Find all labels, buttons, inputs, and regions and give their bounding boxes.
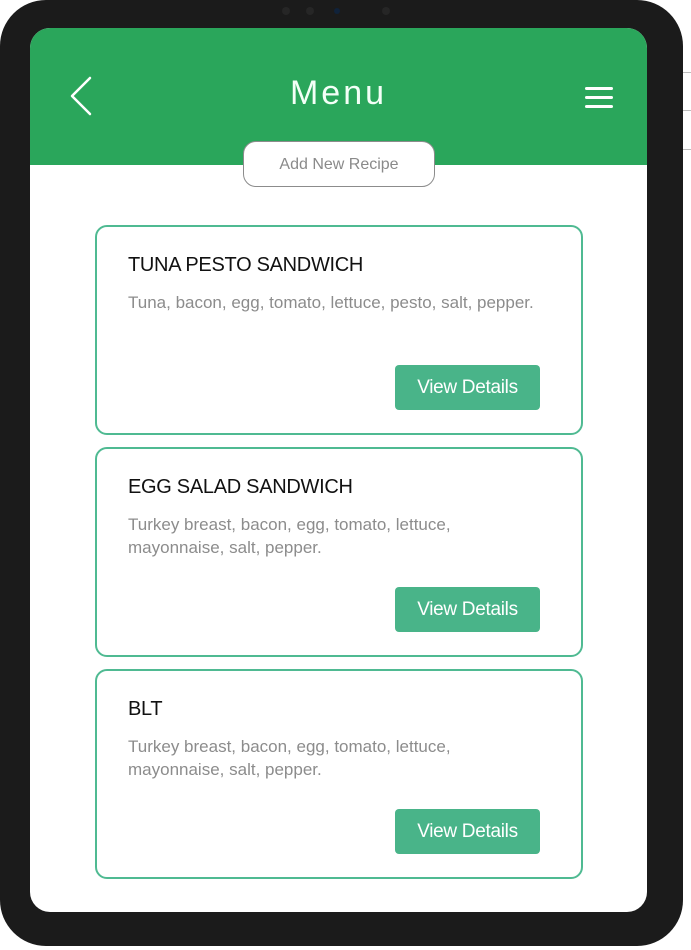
recipe-ingredients: Tuna, bacon, egg, tomato, lettuce, pesto…: [128, 293, 534, 312]
page-title: Menu: [289, 74, 388, 112]
view-details-button[interactable]: View Details: [395, 587, 540, 632]
sensor-dot: [306, 7, 314, 15]
view-details-button[interactable]: View Details: [395, 365, 540, 410]
add-new-recipe-button[interactable]: Add New Recipe: [243, 141, 435, 187]
recipe-ingredients: Turkey breast, bacon, egg, tomato, lettu…: [128, 515, 451, 557]
recipe-card: TUNA PESTO SANDWICH Tuna, bacon, egg, to…: [95, 225, 583, 435]
hamburger-menu-icon[interactable]: [583, 85, 615, 111]
recipe-title: EGG SALAD SANDWICH: [128, 476, 353, 498]
recipe-card: EGG SALAD SANDWICH Turkey breast, bacon,…: [95, 447, 583, 657]
recipe-title: TUNA PESTO SANDWICH: [128, 254, 364, 276]
app-screen: Menu Add New Recipe TUNA PESTO SANDWICH …: [30, 28, 647, 912]
recipe-ingredients: Turkey breast, bacon, egg, tomato, lettu…: [128, 737, 451, 779]
view-details-button[interactable]: View Details: [395, 809, 540, 854]
camera-lens-icon: [334, 8, 340, 14]
sensor-dot: [282, 7, 290, 15]
recipe-card: BLT Turkey breast, bacon, egg, tomato, l…: [95, 669, 583, 879]
tablet-frame: Menu Add New Recipe TUNA PESTO SANDWICH …: [0, 0, 683, 946]
sensor-dot: [382, 7, 390, 15]
recipe-title: BLT: [128, 698, 163, 720]
camera-bar: [270, 4, 410, 18]
